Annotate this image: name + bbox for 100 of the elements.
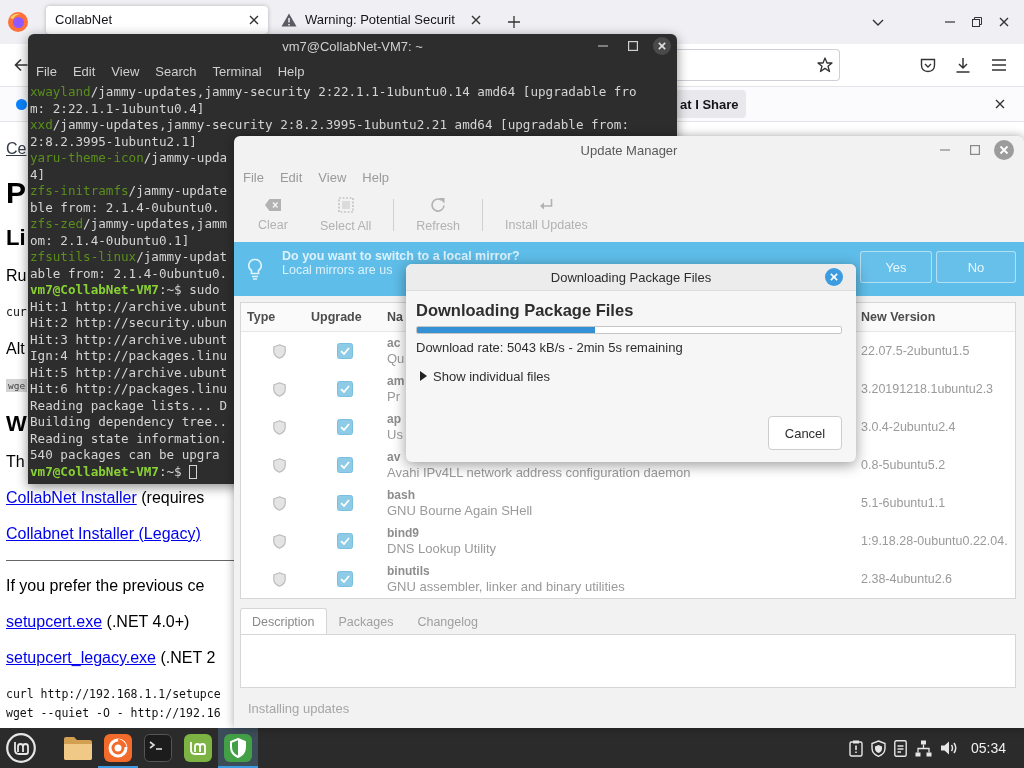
version-text: 2.38-4ubuntu2.6 [861, 572, 953, 586]
close-icon[interactable] [249, 15, 259, 25]
page-heading: P [6, 175, 26, 210]
tab[interactable]: Description [240, 608, 327, 634]
plus-icon[interactable] [508, 16, 520, 28]
package-name: av [387, 450, 401, 465]
logo-tile-icon [184, 734, 212, 762]
menu-item[interactable]: Edit [72, 63, 96, 79]
link[interactable]: Ce [6, 140, 27, 158]
download-icon[interactable] [955, 57, 971, 73]
maximize-icon[interactable] [628, 41, 638, 51]
terminal-line: 4] [30, 166, 46, 183]
checkbox[interactable] [337, 343, 353, 359]
clipboard-icon[interactable] [848, 739, 863, 757]
shield-icon [224, 734, 252, 762]
terminal-line: zfs-initramfs/jammy-update [30, 183, 228, 200]
back-arrow-icon[interactable] [14, 58, 28, 72]
shield-icon[interactable] [870, 739, 886, 757]
checkbox[interactable] [337, 457, 353, 473]
browser-tab[interactable]: CollabNet [46, 6, 268, 34]
code-line: curl http://192.168.1.1/setupce [6, 686, 221, 703]
terminal-line: 540 packages can be upgra [30, 447, 220, 464]
lightbulb-icon [247, 258, 263, 280]
shield-icon [273, 381, 286, 397]
menu-icon[interactable] [991, 58, 1007, 72]
menu-item[interactable]: File [36, 63, 57, 79]
app-logo-icon [104, 734, 132, 762]
paragraph-text: (requires [141, 489, 205, 507]
warning-icon [281, 13, 297, 27]
dialog-heading: Downloading Package Files [416, 300, 634, 320]
close-icon[interactable] [653, 37, 671, 55]
terminal-line: Reading package lists... D [30, 397, 228, 414]
close-icon[interactable] [471, 15, 481, 25]
document-icon[interactable] [893, 739, 907, 757]
paragraph-text: (.NET 2 [160, 649, 216, 667]
return-arrow-icon [539, 198, 554, 212]
package-name: ac [387, 336, 401, 351]
dialog-title: Downloading Package Files [550, 269, 712, 285]
status-text: Installing updates [248, 700, 350, 716]
cancel-button[interactable]: Cancel [768, 416, 842, 450]
link[interactable]: CollabNet Installer [6, 489, 137, 507]
window-title: vm7@CollabNet-VM7: ~ [282, 38, 423, 54]
paragraph-text: (.NET 4.0+) [106, 613, 190, 631]
version-text: 3.20191218.1ubuntu2.3 [861, 382, 994, 396]
column-header[interactable]: Type [241, 310, 276, 324]
network-icon[interactable] [914, 739, 932, 757]
terminal-line: zfsutils-linux/jammy-updat [30, 249, 228, 266]
package-description: Pr [387, 389, 400, 404]
checkbox[interactable] [337, 381, 353, 397]
url-field[interactable] [677, 49, 840, 81]
terminal-line: vm7@CollabNet-VM7:~$ [30, 463, 182, 480]
column-header[interactable]: New Version [861, 310, 936, 324]
clock[interactable]: 05:34 [970, 740, 1006, 756]
close-icon[interactable] [999, 17, 1009, 27]
shield-icon [273, 457, 286, 473]
link[interactable]: setupcert.exe [6, 613, 103, 631]
share-button[interactable]: at I Share [677, 90, 746, 118]
pocket-icon[interactable] [920, 57, 936, 73]
checkbox[interactable] [337, 571, 353, 587]
expander[interactable]: Show individual files [416, 368, 551, 384]
shield-icon [273, 419, 286, 435]
app-logo-icon[interactable] [8, 12, 28, 32]
close-icon[interactable] [995, 99, 1005, 109]
link[interactable]: Collabnet Installer (Legacy) [6, 525, 201, 543]
terminal-line: 2:8.2.3995-1ubuntu2.1] [30, 133, 197, 150]
section-heading: Li [6, 225, 26, 251]
package-name: bind9 [387, 526, 419, 541]
package-description: Qu [387, 351, 405, 366]
checkbox[interactable] [337, 533, 353, 549]
browser-tab[interactable]: Warning: Potential Securit [275, 6, 490, 34]
terminal-icon [144, 734, 172, 762]
terminal-line: Hit:3 http://archive.ubunt [30, 331, 228, 348]
package-description: Avahi IPv4LL network address configuration daemon [387, 465, 691, 480]
terminal-line: ble from: 2.1.4-0ubuntu0. [30, 199, 220, 216]
checkbox[interactable] [337, 419, 353, 435]
code-line: wget --quiet -O - http://192.16 [6, 705, 221, 722]
package-description: Us [387, 427, 403, 442]
package-description: GNU Bourne Again SHell [387, 503, 533, 518]
taskbar-button[interactable] [218, 728, 258, 768]
column-header[interactable]: Na [387, 310, 403, 324]
terminal-line: m: 2:22.1.1-1ubuntu0.4] [30, 100, 205, 117]
menu-item[interactable]: Help [277, 63, 305, 79]
status-text: Download rate: 5043 kB/s - 2min 5s remaining [416, 340, 683, 356]
menu-item[interactable]: View [111, 63, 140, 79]
paragraph-text: Ru [6, 267, 27, 285]
volume-icon[interactable] [939, 740, 958, 756]
menu-item[interactable]: Terminal [212, 63, 262, 79]
package-name: bash [387, 488, 415, 503]
terminal-line: vm7@CollabNet-VM7:~$ sudo [30, 282, 220, 299]
link[interactable]: setupcert_legacy.exe [6, 649, 156, 667]
package-description: GNU assembler, linker and binary utilities [387, 579, 625, 594]
checkbox[interactable] [337, 495, 353, 511]
menu-item[interactable]: Search [155, 63, 197, 79]
paragraph-text: Th [6, 453, 25, 471]
restore-icon[interactable] [972, 17, 982, 27]
chevron-down-icon[interactable] [872, 18, 884, 26]
star-icon[interactable] [817, 57, 833, 73]
column-header[interactable]: Upgrade [311, 310, 362, 324]
terminal-line: om: 2.1.4-0ubuntu0.1] [30, 232, 190, 249]
code-line: cur [6, 304, 27, 321]
